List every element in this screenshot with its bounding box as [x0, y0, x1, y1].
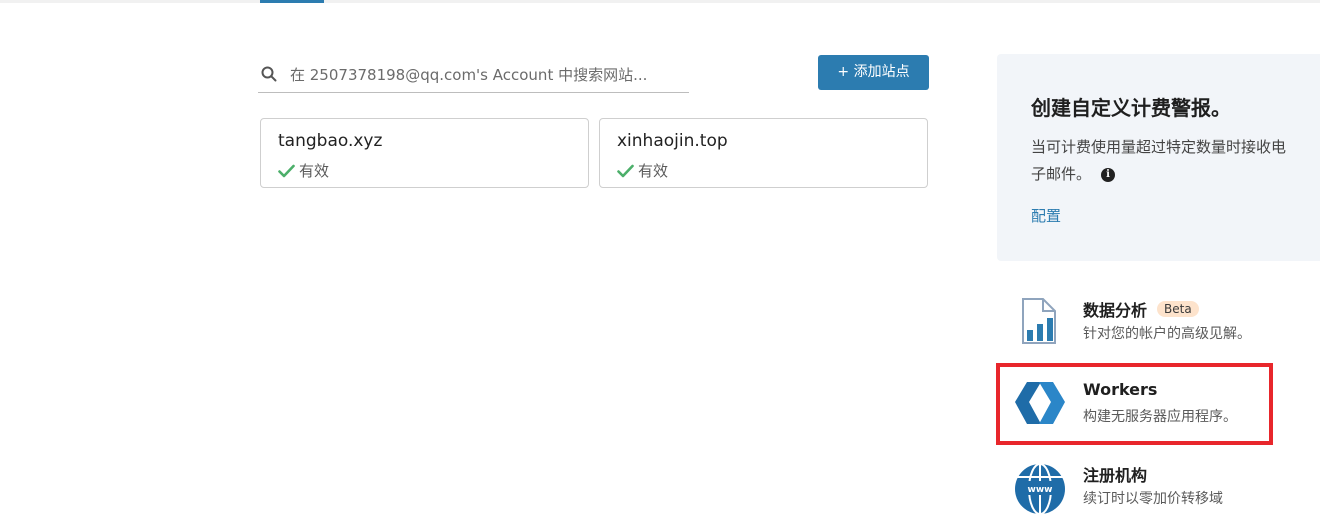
site-card-tangbao[interactable]: tangbao.xyz 有效 [260, 118, 589, 188]
active-tab-indicator [260, 0, 324, 3]
site-search [258, 56, 689, 93]
billing-alert-desc-line2: 子邮件。 [1031, 165, 1092, 183]
billing-alert-title: 创建自定义计费警报。 [1031, 96, 1231, 120]
product-title: 数据分析 Beta [1083, 297, 1199, 321]
site-status: 有效 [278, 160, 329, 181]
check-icon [278, 164, 295, 177]
search-input[interactable] [288, 62, 687, 88]
search-icon [261, 66, 277, 82]
highlight-box [996, 363, 1273, 445]
add-site-button[interactable]: + 添加站点 [818, 55, 929, 90]
analytics-icon [1022, 298, 1056, 344]
svg-text:www: www [1028, 485, 1053, 495]
info-icon[interactable]: i [1101, 167, 1116, 182]
product-title-text: 注册机构 [1083, 466, 1148, 485]
billing-alert-desc-line1: 当可计费使用量超过特定数量时接收电 [1031, 138, 1287, 156]
product-registrar[interactable]: www 注册机构 续订时以零加价转移域 [1013, 462, 1313, 532]
beta-badge: Beta [1157, 301, 1199, 317]
billing-alert-description: 当可计费使用量超过特定数量时接收电 子邮件。 i [1031, 134, 1320, 188]
site-status: 有效 [617, 160, 668, 181]
top-divider [0, 0, 1320, 3]
check-icon [617, 164, 634, 177]
product-description: 续订时以零加价转移域 [1083, 491, 1223, 507]
product-title-text: 数据分析 [1083, 301, 1148, 320]
product-analytics[interactable]: 数据分析 Beta 针对您的帐户的高级见解。 [1013, 297, 1313, 367]
site-name: tangbao.xyz [278, 131, 383, 151]
configure-link[interactable]: 配置 [1031, 205, 1061, 226]
product-title: 注册机构 [1083, 462, 1147, 486]
registrar-globe-icon: www [1015, 463, 1065, 515]
product-description: 针对您的帐户的高级见解。 [1083, 326, 1251, 342]
site-name: xinhaojin.top [617, 131, 728, 151]
site-status-label: 有效 [299, 162, 330, 180]
billing-alert-panel: 创建自定义计费警报。 当可计费使用量超过特定数量时接收电 子邮件。 i 配置 [997, 54, 1320, 261]
site-status-label: 有效 [638, 162, 669, 180]
site-card-xinhaojin[interactable]: xinhaojin.top 有效 [599, 118, 928, 188]
